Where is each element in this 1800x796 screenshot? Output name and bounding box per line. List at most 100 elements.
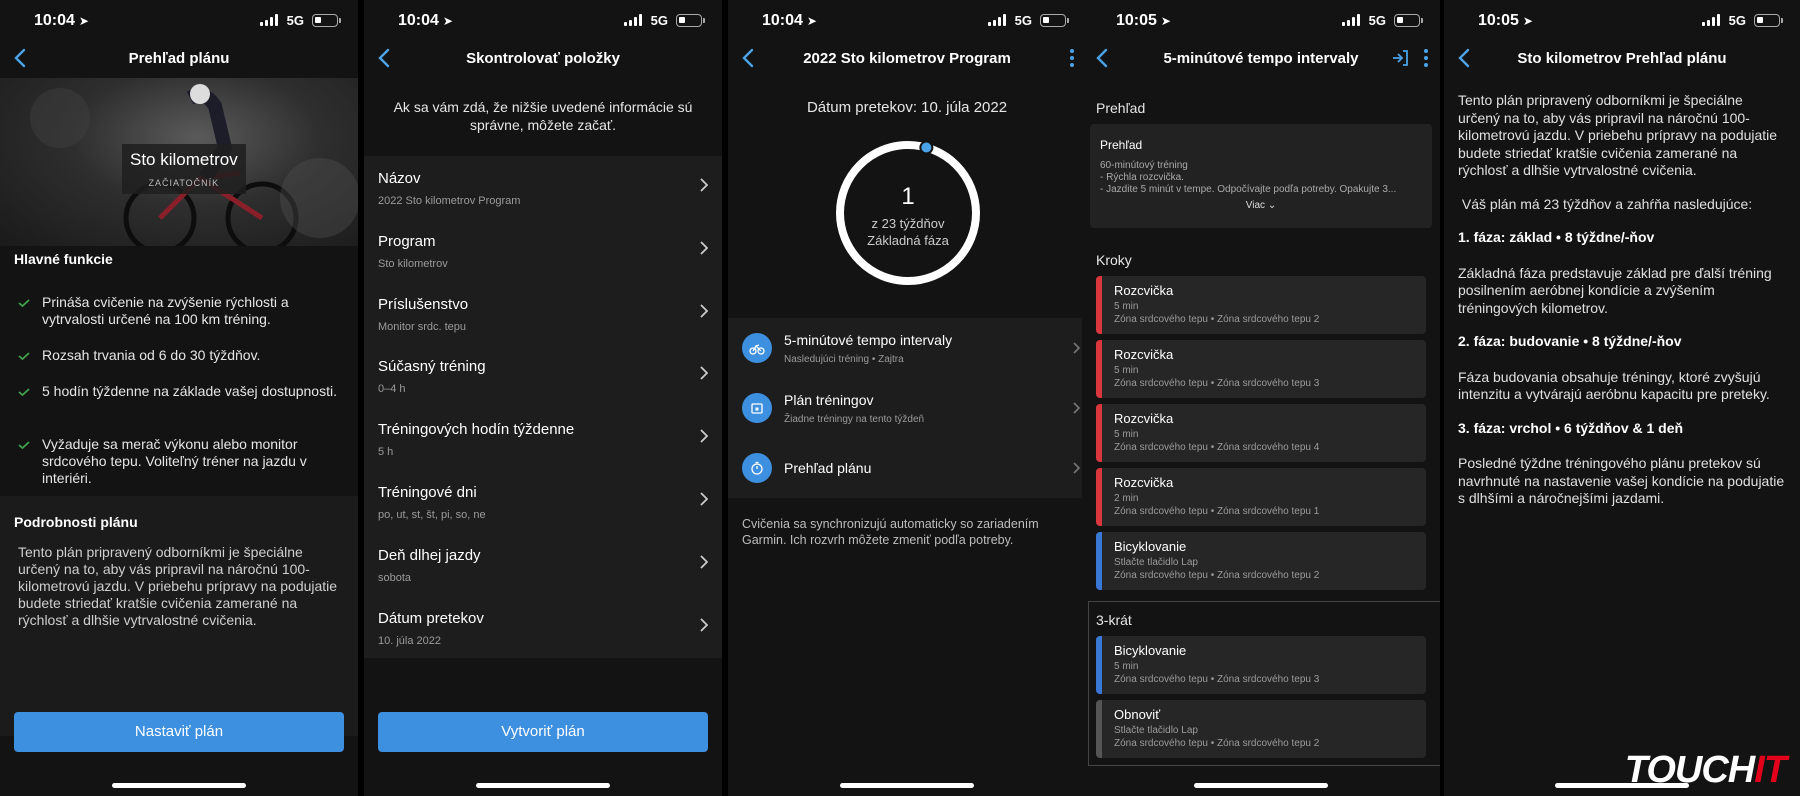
- review-item-name[interactable]: Názov 2022 Sto kilometrov Program: [364, 156, 722, 219]
- summary-weeks: Váš plán má 23 týždňov a zahŕňa nasleduj…: [1458, 195, 1753, 212]
- chevron-right-icon: [1073, 462, 1080, 474]
- features-heading: Hlavné funkcie: [14, 251, 113, 267]
- location-icon: ➤: [442, 14, 453, 28]
- feature-item: 5 hodín týždenne na základe vašej dostup…: [18, 383, 344, 400]
- details-heading: Podrobnosti plánu: [14, 514, 138, 530]
- feature-item: Vyžaduje sa merač výkonu alebo monitor s…: [18, 436, 344, 487]
- nav-bar: Sto kilometrov Prehľad plánu: [1444, 42, 1800, 76]
- create-plan-button[interactable]: Vytvoriť plán: [378, 712, 708, 752]
- status-bar: 10:05 ➤ 5G: [1082, 0, 1440, 40]
- review-item-weekly-hours[interactable]: Tréningových hodín týždenne 5 h: [364, 407, 722, 470]
- workout-step[interactable]: Bicyklovanie 5 min Zóna srdcového tepu • Z…: [1096, 636, 1426, 694]
- race-date: Dátum pretekov: 10. júla 2022: [806, 99, 1008, 116]
- total-weeks: z 23 týždňov: [871, 216, 945, 231]
- hero-image: Sto kilometrov ZAČIATOČNÍK: [0, 78, 358, 246]
- network-label: 5G: [286, 13, 304, 28]
- review-item-long-ride-day[interactable]: Deň dlhej jazdy sobota: [364, 533, 722, 596]
- phase-text: Posledné týždne tréningového plánu prete…: [1458, 455, 1785, 506]
- location-icon: ➤: [1522, 14, 1533, 28]
- chevron-down-icon: ⌄: [1267, 200, 1277, 211]
- chevron-right-icon: [700, 617, 708, 632]
- plan-badge: Sto kilometrov ZAČIATOČNÍK: [122, 144, 246, 194]
- status-bar: 10:04 ➤ 5G: [0, 0, 358, 40]
- screen-plan-summary: 10:05 ➤ 5G Sto kilometrov Prehľad plánu T…: [1444, 0, 1800, 796]
- workout-step[interactable]: Rozcvička 2 min Zóna srdcového tepu • Zóna…: [1096, 468, 1426, 526]
- current-phase: Základná fáza: [867, 233, 949, 248]
- review-item-current-training[interactable]: Súčasný tréning 0–4 h: [364, 344, 722, 407]
- home-indicator: [112, 783, 246, 788]
- plan-details-section: Podrobnosti plánu Tento plán pripravený …: [0, 496, 358, 736]
- phase-heading: 2. fáza: budovanie • 8 týždne/-ňov: [1458, 333, 1682, 349]
- review-item-race-date[interactable]: Dátum pretekov 10. júla 2022: [364, 596, 722, 659]
- workout-step[interactable]: Rozcvička 5 min Zóna srdcového tepu • Zóna…: [1096, 276, 1426, 334]
- chevron-right-icon: [700, 492, 708, 506]
- page-title: Prehľad plánu: [128, 50, 230, 67]
- signal-icon: [260, 14, 278, 26]
- review-item-accessories[interactable]: Príslušenstvo Monitor srdc. tepu: [364, 282, 722, 345]
- steps-heading: Kroky: [1096, 252, 1132, 268]
- chevron-right-icon: [700, 241, 708, 255]
- network-label: 5G: [650, 13, 668, 28]
- chevron-right-icon: [1073, 342, 1080, 354]
- workout-step[interactable]: Rozcvička 5 min Zóna srdcového tepu • Zóna…: [1096, 404, 1426, 462]
- page-title: 2022 Sto kilometrov Program: [803, 50, 1011, 67]
- signal-icon: [988, 14, 1006, 26]
- location-icon: ➤: [806, 14, 817, 28]
- more-options-icon[interactable]: [1068, 47, 1076, 69]
- bike-icon: [742, 333, 772, 363]
- check-icon: [18, 441, 30, 449]
- chevron-right-icon: [700, 429, 708, 443]
- show-more-link[interactable]: Viac ⌄: [1100, 200, 1422, 211]
- plan-summary-text: Tento plán pripravený odborníkmi je špec…: [1458, 92, 1786, 524]
- review-list: Názov 2022 Sto kilometrov Program Program…: [364, 156, 722, 659]
- screen-workout-detail: 10:05 ➤ 5G 5-minútové tempo intervaly Pre…: [1082, 0, 1440, 796]
- chevron-right-icon: [700, 303, 708, 318]
- workout-step[interactable]: Rozcvička 5 min Zóna srdcového tepu • Zóna…: [1096, 340, 1426, 398]
- nav-bar: Prehľad plánu: [0, 42, 358, 76]
- overview-heading: Prehľad: [1096, 100, 1146, 116]
- screenshot-collage: 10:04 ➤ 5G Prehľad plánu Sto kilometrov Z…: [0, 0, 1800, 796]
- battery-icon: [676, 14, 705, 27]
- status-bar: 10:05 ➤ 5G: [1444, 0, 1800, 40]
- phase-text: Fáza budovania obsahuje tréningy, ktoré …: [1458, 368, 1770, 403]
- workout-step[interactable]: Bicyklovanie Stlačte tlačidlo Lap Zóna srd…: [1096, 532, 1426, 590]
- nav-bar: Skontrolovať položky: [364, 42, 722, 76]
- next-workout-row[interactable]: 5-minútové tempo intervaly Nasledujúci tr…: [728, 318, 1086, 378]
- chevron-right-icon: [700, 178, 708, 192]
- ring-label: 1 z 23 týždňov Základná fáza: [833, 183, 983, 248]
- send-to-device-icon[interactable]: [1390, 48, 1410, 68]
- status-time: 10:04 ➤: [34, 12, 89, 29]
- ring-progress-marker: [919, 140, 934, 155]
- home-indicator: [1194, 783, 1328, 788]
- program-menu: 5-minútové tempo intervaly Nasledujúci tr…: [728, 318, 1086, 498]
- phase-heading: 3. fáza: vrchol • 6 týždňov & 1 deň: [1458, 419, 1684, 436]
- page-title: Sto kilometrov Prehľad plánu: [1517, 50, 1727, 67]
- home-indicator: [840, 783, 974, 788]
- review-item-program[interactable]: Program Sto kilometrov: [364, 219, 722, 282]
- battery-icon: [1394, 14, 1423, 27]
- workout-step[interactable]: Obnoviť Stlačte tlačidlo Lap Zóna srdcovéh…: [1096, 700, 1426, 758]
- page-title: 5-minútové tempo intervaly: [1163, 50, 1359, 67]
- feature-item: Rozsah trvania od 6 do 30 týždňov.: [18, 347, 344, 364]
- chevron-right-icon: [700, 555, 708, 569]
- more-options-icon[interactable]: [1422, 47, 1430, 69]
- screen-program: 10:04 ➤ 5G 2022 Sto kilometrov Program Dá…: [728, 0, 1086, 796]
- page-title: Skontrolovať položky: [466, 50, 620, 67]
- setup-plan-button[interactable]: Nastaviť plán: [14, 712, 344, 752]
- check-icon: [18, 299, 30, 307]
- battery-icon: [312, 14, 341, 27]
- nav-bar: 5-minútové tempo intervaly: [1082, 42, 1440, 76]
- sync-note: Cvičenia sa synchronizujú automaticky so…: [742, 517, 1039, 547]
- status-time: 10:04 ➤: [398, 12, 453, 29]
- plan-name: Sto kilometrov: [130, 150, 238, 169]
- home-indicator: [476, 783, 610, 788]
- network-label: 5G: [1368, 13, 1386, 28]
- chevron-right-icon: [700, 366, 708, 381]
- screen-review-items: 10:04 ➤ 5G Skontrolovať položky Ak sa vám…: [364, 0, 722, 796]
- battery-icon: [1754, 14, 1783, 27]
- signal-icon: [624, 14, 642, 26]
- training-schedule-row[interactable]: Plán tréningov Žiadne tréningy na tento t…: [728, 378, 1086, 438]
- battery-icon: [1040, 14, 1069, 27]
- review-item-training-days[interactable]: Tréningové dni po, ut, st, št, pi, so, ne: [364, 470, 722, 533]
- plan-overview-row[interactable]: Prehľad plánu: [728, 438, 1086, 498]
